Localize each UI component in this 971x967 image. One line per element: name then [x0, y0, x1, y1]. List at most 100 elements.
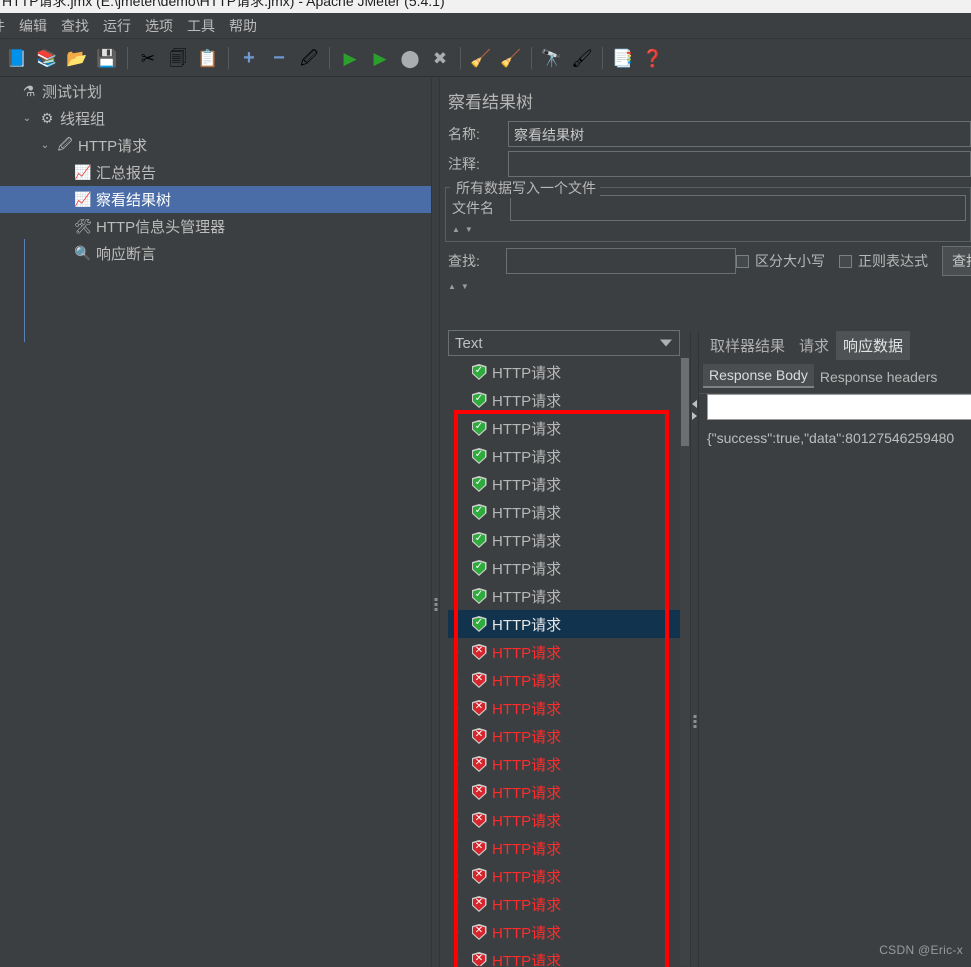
chevron-right-icon[interactable]: › — [448, 898, 466, 910]
start-no-pauses-icon[interactable]: ▶ — [367, 45, 393, 71]
copy-icon[interactable]: 🗐 — [165, 45, 191, 71]
result-row[interactable]: › ✕ HTTP请求 — [448, 834, 680, 862]
subtab-response-body[interactable]: Response Body — [703, 364, 814, 388]
result-row[interactable]: ✓ HTTP请求 — [448, 610, 680, 638]
result-row[interactable]: › ✕ HTTP请求 — [448, 918, 680, 946]
tree-node-test-plan[interactable]: ⚗ 测试计划 — [0, 78, 431, 105]
tree-node-thread-group[interactable]: ⌄ ⚙ 线程组 — [0, 105, 431, 132]
results-splitter[interactable] — [690, 330, 699, 967]
clear-icon[interactable]: 🧹 — [468, 45, 494, 71]
chevron-right-icon[interactable]: › — [448, 646, 466, 658]
arrow-down-icon[interactable]: ▼ — [465, 226, 473, 234]
result-row[interactable]: ✓ HTTP请求 — [448, 498, 680, 526]
search-icon[interactable]: 🔭 — [539, 45, 565, 71]
chevron-right-icon[interactable]: › — [448, 702, 466, 714]
new-test-plan-icon[interactable]: 📘 — [4, 45, 30, 71]
response-search-field[interactable] — [707, 394, 971, 420]
save-icon[interactable]: 💾 — [94, 45, 120, 71]
tree-node-response-assertion[interactable]: 🔍 响应断言 — [0, 240, 431, 267]
clear-all-icon[interactable]: 🧹 — [498, 45, 524, 71]
chevron-down-icon[interactable]: ⌄ — [18, 113, 36, 124]
menu-help[interactable]: 帮助 — [222, 14, 264, 38]
tree-node-view-results-tree[interactable]: 📈 察看结果树 — [0, 186, 431, 213]
open-icon[interactable]: 📂 — [64, 45, 90, 71]
search-button[interactable]: 查找 — [942, 246, 971, 276]
arrow-down-icon[interactable]: ▼ — [461, 283, 469, 291]
chevron-right-icon[interactable]: › — [448, 786, 466, 798]
result-row[interactable]: › ✕ HTTP请求 — [448, 750, 680, 778]
stop-icon[interactable]: ⬤ — [397, 45, 423, 71]
arrow-left-icon[interactable] — [692, 400, 697, 408]
arrow-up-icon[interactable]: ▲ — [448, 283, 456, 291]
chevron-right-icon[interactable]: › — [448, 814, 466, 826]
chevron-right-icon[interactable]: › — [448, 954, 466, 966]
help-icon[interactable]: ❓ — [640, 45, 666, 71]
tree-node-http-header-manager[interactable]: 🛠 HTTP信息头管理器 — [0, 213, 431, 240]
comment-input[interactable] — [508, 151, 971, 177]
results-splitter-grip[interactable] — [693, 715, 696, 728]
result-row[interactable]: › ✕ HTTP请求 — [448, 666, 680, 694]
shutdown-icon[interactable]: ✖ — [427, 45, 453, 71]
result-row[interactable]: › ✕ HTTP请求 — [448, 890, 680, 918]
result-row[interactable]: ✓ HTTP请求 — [448, 470, 680, 498]
result-row[interactable]: ✓ HTTP请求 — [448, 554, 680, 582]
start-icon[interactable]: ▶ — [337, 45, 363, 71]
menu-tools[interactable]: 工具 — [180, 14, 222, 38]
templates-icon[interactable]: 📚 — [34, 45, 60, 71]
main-splitter[interactable] — [431, 78, 440, 967]
chevron-right-icon[interactable]: › — [448, 758, 466, 770]
results-scrollbar[interactable] — [680, 358, 690, 966]
filename-input[interactable] — [510, 195, 966, 221]
menu-run[interactable]: 运行 — [96, 14, 138, 38]
chevron-down-icon[interactable]: ⌄ — [36, 140, 54, 151]
tab-request[interactable]: 请求 — [792, 331, 836, 360]
chevron-right-icon[interactable]: › — [448, 842, 466, 854]
result-row[interactable]: ✓ HTTP请求 — [448, 442, 680, 470]
test-plan-tree[interactable]: ⚗ 测试计划 ⌄ ⚙ 线程组 ⌄ 🖉 HTTP请求 📈 汇总报告 📈 察看结果树 🛠 HTTP信息头管理器… — [0, 78, 431, 967]
result-row[interactable]: ✓ HTTP请求 — [448, 526, 680, 554]
results-expander[interactable]: ▲ ▼ — [440, 280, 971, 292]
case-sensitive-checkbox[interactable] — [736, 254, 749, 268]
menu-options[interactable]: 选项 — [138, 14, 180, 38]
chevron-right-icon[interactable]: › — [448, 926, 466, 938]
tree-node-http-request[interactable]: ⌄ 🖉 HTTP请求 — [0, 132, 431, 159]
result-row[interactable]: › ✕ HTTP请求 — [448, 722, 680, 750]
tab-sampler-result[interactable]: 取样器结果 — [703, 331, 792, 360]
menu-search[interactable]: 查找 — [54, 14, 96, 38]
chevron-down-icon[interactable] — [660, 339, 672, 347]
search-input[interactable] — [506, 248, 736, 274]
collapse-all-icon[interactable]: − — [266, 45, 292, 71]
name-input[interactable]: 察看结果树 — [508, 121, 971, 147]
chevron-right-icon[interactable]: › — [448, 870, 466, 882]
paste-icon[interactable]: 📋 — [195, 45, 221, 71]
result-row[interactable]: › ✕ HTTP请求 — [448, 862, 680, 890]
result-row[interactable]: ✓ HTTP请求 — [448, 358, 680, 386]
reset-search-icon[interactable]: 🖌 — [569, 45, 595, 71]
result-row[interactable]: ✓ HTTP请求 — [448, 414, 680, 442]
tab-response-data[interactable]: 响应数据 — [836, 331, 911, 360]
tree-node-summary-report[interactable]: 📈 汇总报告 — [0, 159, 431, 186]
toggle-icon[interactable]: 🖉 — [296, 45, 322, 71]
splitter-arrows[interactable] — [692, 400, 697, 420]
result-row[interactable]: › ✕ HTTP请求 — [448, 806, 680, 834]
chevron-right-icon[interactable]: › — [448, 730, 466, 742]
menu-edit[interactable]: 编辑 — [12, 14, 54, 38]
file-config-expander[interactable]: ▲ ▼ — [450, 223, 966, 235]
result-row[interactable]: › ✕ HTTP请求 — [448, 946, 680, 966]
arrow-up-icon[interactable]: ▲ — [452, 226, 460, 234]
result-row[interactable]: › ✕ HTTP请求 — [448, 638, 680, 666]
result-row[interactable]: ✓ HTTP请求 — [448, 386, 680, 414]
expand-all-icon[interactable]: + — [236, 45, 262, 71]
results-list[interactable]: ✓ HTTP请求 ✓ HTTP请求 ✓ HTTP请求 ✓ HTTP请求 ✓ HTTP请求 ✓ HTTP… — [448, 358, 680, 966]
result-row[interactable]: › ✕ HTTP请求 — [448, 694, 680, 722]
splitter-grip[interactable] — [434, 598, 437, 611]
menu-file[interactable]: 件 — [0, 14, 12, 38]
arrow-right-icon[interactable] — [692, 412, 697, 420]
renderer-combo[interactable]: Text — [448, 330, 680, 356]
chevron-right-icon[interactable]: › — [448, 674, 466, 686]
scrollbar-thumb[interactable] — [681, 358, 689, 446]
result-row[interactable]: › ✕ HTTP请求 — [448, 778, 680, 806]
subtab-response-headers[interactable]: Response headers — [814, 366, 944, 388]
cut-icon[interactable]: ✂ — [135, 45, 161, 71]
result-row[interactable]: ✓ HTTP请求 — [448, 582, 680, 610]
